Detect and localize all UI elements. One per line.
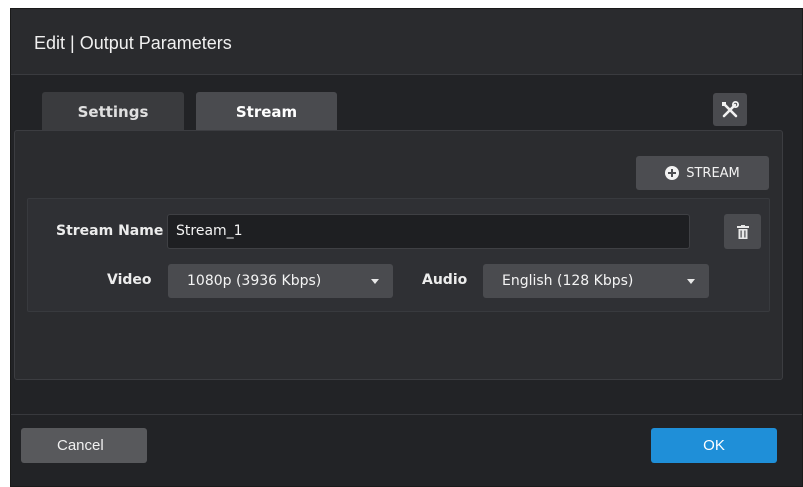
video-select[interactable]: 1080p (3936 Kbps)	[168, 264, 393, 298]
dialog-header: Edit | Output Parameters	[11, 9, 802, 75]
plus-circle-icon	[665, 166, 680, 180]
audio-select[interactable]: English (128 Kbps)	[483, 264, 709, 298]
footer-divider	[11, 414, 802, 415]
ok-button[interactable]: OK	[651, 428, 777, 463]
video-label: Video	[107, 272, 152, 288]
tools-icon	[722, 100, 739, 117]
chevron-down-icon	[687, 279, 695, 284]
add-stream-button[interactable]: STREAM	[636, 156, 769, 190]
dialog-title: Edit | Output Parameters	[34, 33, 232, 53]
tab-stream[interactable]: Stream	[196, 92, 337, 131]
video-select-value: 1080p (3936 Kbps)	[187, 273, 322, 289]
cancel-button[interactable]: Cancel	[21, 428, 147, 463]
audio-label: Audio	[422, 272, 468, 288]
chevron-down-icon	[371, 279, 379, 284]
trash-icon	[736, 224, 749, 239]
stream-name-input[interactable]: Stream_1	[167, 214, 690, 249]
audio-select-value: English (128 Kbps)	[502, 273, 634, 289]
add-stream-label: STREAM	[686, 165, 740, 181]
stream-name-label: Stream Name	[56, 223, 164, 239]
tab-settings[interactable]: Settings	[42, 92, 184, 131]
delete-stream-button[interactable]	[724, 214, 761, 249]
tools-button[interactable]	[713, 93, 747, 126]
